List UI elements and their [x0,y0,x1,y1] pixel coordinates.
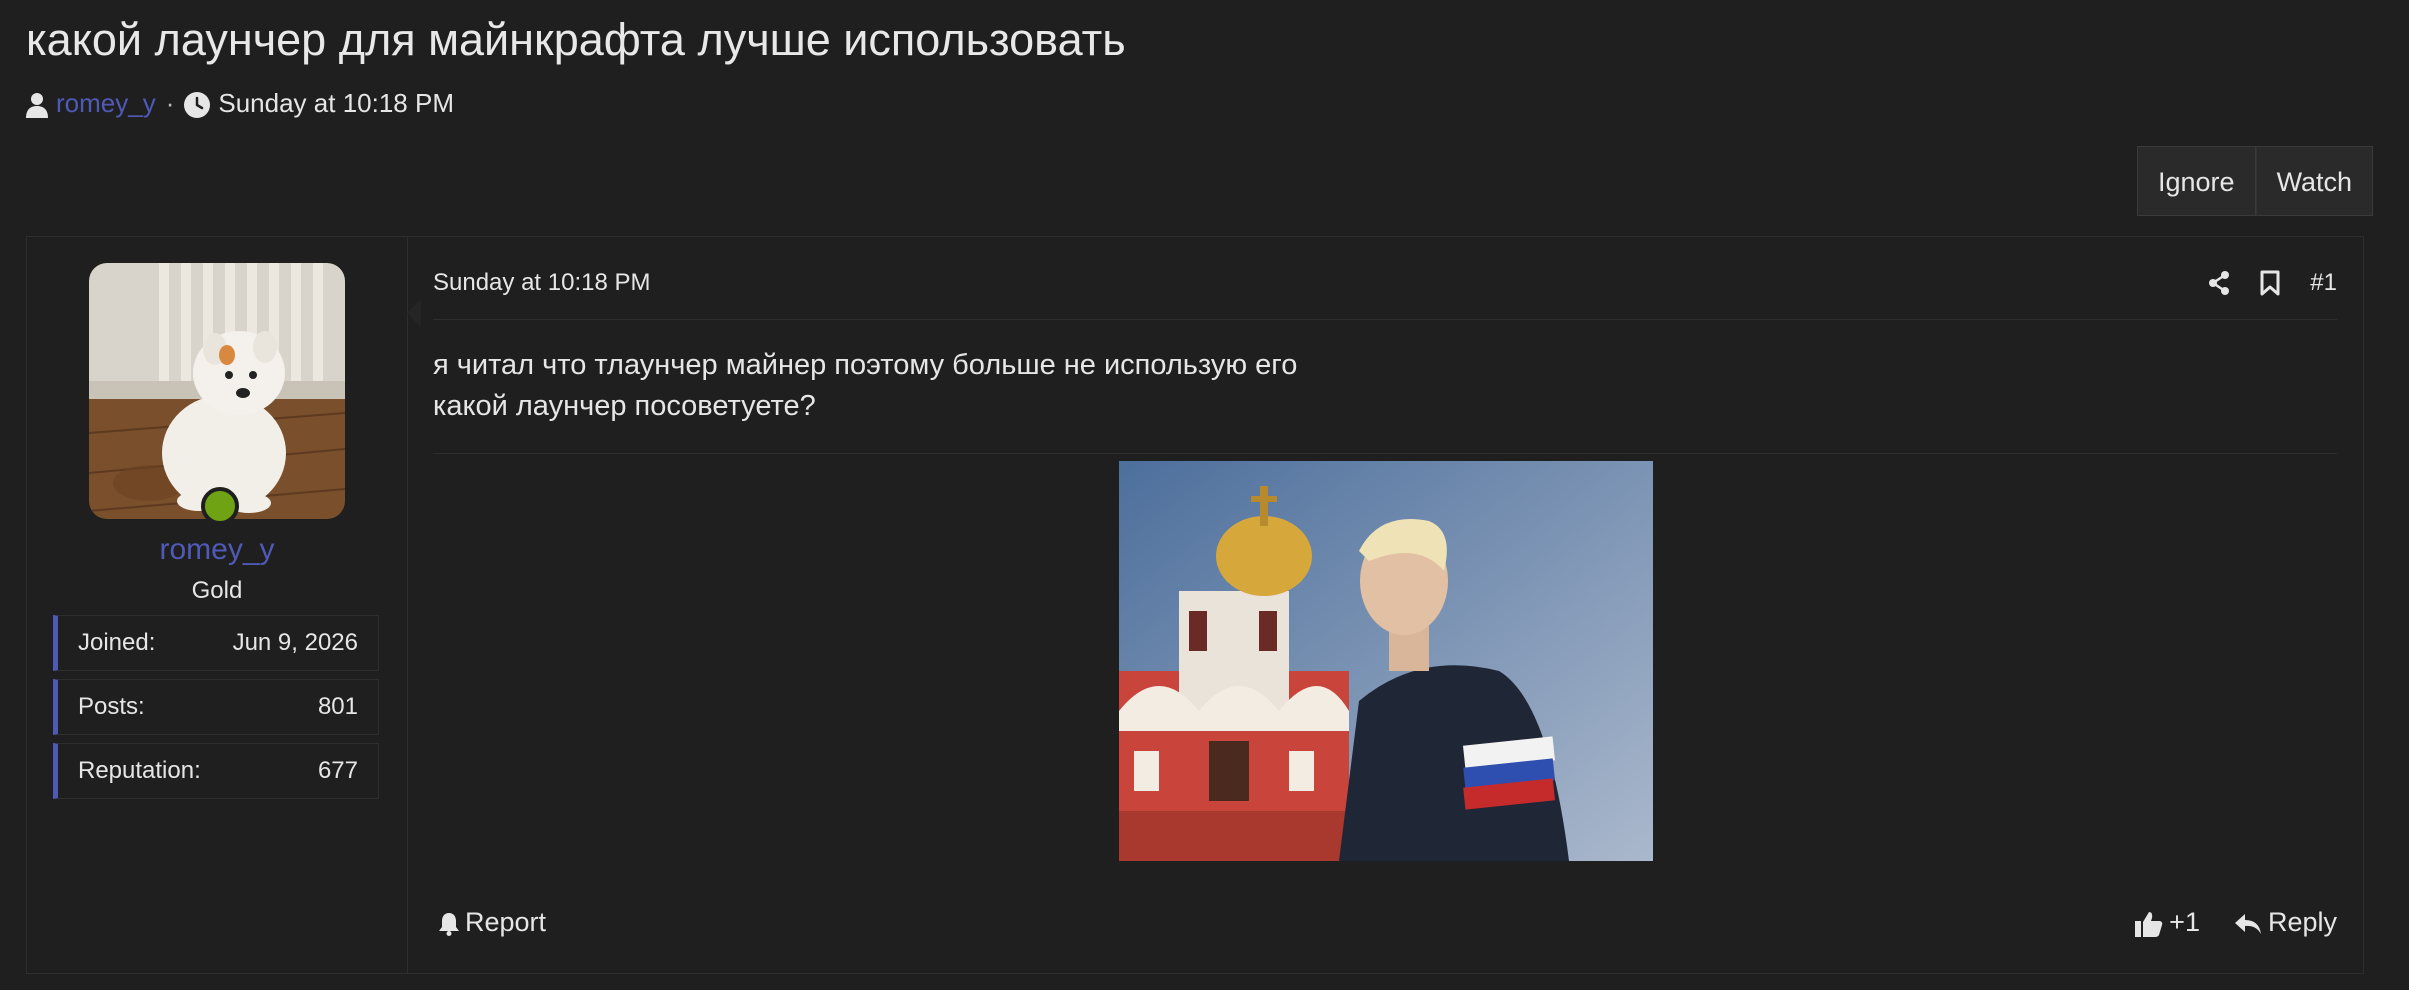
post: romey_y Gold Joined: Jun 9, 2026 Posts: … [26,236,2364,974]
avatar[interactable] [89,263,345,519]
online-status-indicator [201,487,239,525]
stat-label: Joined: [78,629,156,656]
stat-value: Jun 9, 2026 [232,629,358,656]
post-footer: Report +1 Reply [433,901,2337,951]
thread-title: какой лаунчер для майнкрафта лучше испол… [26,14,1126,65]
thumbs-up-icon [2135,907,2163,938]
reply-button[interactable]: Reply [2234,907,2337,938]
user-icon [26,88,48,119]
meta-separator: · [165,88,175,118]
watch-button[interactable]: Watch [2255,146,2374,216]
thread-date[interactable]: Sunday at 10:18 PM [218,88,454,119]
like-button[interactable]: +1 [2135,907,2200,938]
clock-icon [184,88,211,119]
reply-icon [2234,907,2262,938]
post-number-link[interactable]: #1 [2310,269,2337,297]
stat-value: 677 [317,757,358,784]
post-username[interactable]: romey_y [27,533,407,567]
post-date[interactable]: Sunday at 10:18 PM [433,269,650,297]
stat-label: Posts: [78,693,145,720]
report-button[interactable]: Report [439,907,546,938]
report-label: Report [465,907,547,937]
post-header: Sunday at 10:18 PM #1 [433,263,2337,320]
thread-page: какой лаунчер для майнкрафта лучше испол… [0,0,2409,990]
ignore-button[interactable]: Ignore [2137,146,2256,216]
post-footer-actions: +1 Reply [2135,907,2337,938]
post-user-cell: romey_y Gold Joined: Jun 9, 2026 Posts: … [27,237,421,973]
user-title: Gold [191,577,243,604]
thread-meta: romey_y · Sunday at 10:18 PM [26,88,454,119]
stat-value: 801 [317,693,358,720]
stat-joined: Joined: Jun 9, 2026 [53,615,379,671]
post-tools: #1 [2208,263,2337,303]
stat-label: Reputation: [78,757,201,784]
post-image[interactable] [1119,461,1653,861]
bell-icon [439,907,459,938]
stat-posts: Posts: 801 [53,679,379,735]
thread-author-link[interactable]: romey_y [56,88,156,119]
thread-actions: Ignore Watch [2137,146,2374,216]
post-body-line: я читал что тлаунчер майнер поэтому боль… [433,349,1298,381]
reaction-count: +1 [2169,907,2200,937]
reply-label: Reply [2267,907,2337,937]
post-body-line: какой лаунчер посоветуете? [433,390,816,422]
post-message-cell: Sunday at 10:18 PM #1 я читал что тлаунч… [407,237,2363,973]
share-icon[interactable] [2208,271,2230,295]
post-body: я читал что тлаунчер майнер поэтому боль… [433,345,1297,427]
post-divider [433,453,2337,454]
bookmark-icon[interactable] [2260,270,2280,296]
user-stats: Joined: Jun 9, 2026 Posts: 801 Reputatio… [53,615,379,807]
stat-reputation: Reputation: 677 [53,743,379,799]
